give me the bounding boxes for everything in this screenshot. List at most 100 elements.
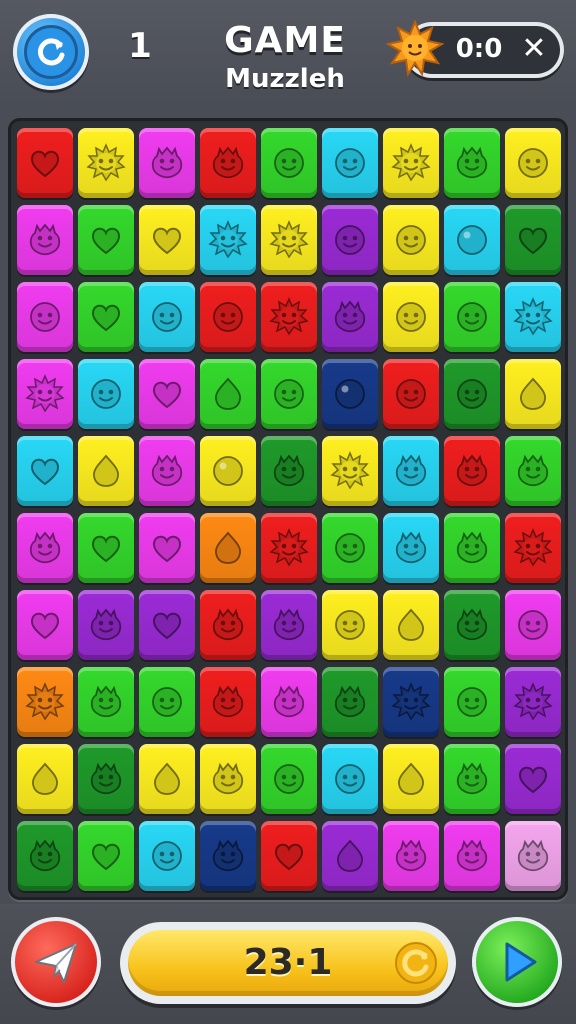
- tile-yellow-drop[interactable]: [383, 744, 439, 814]
- tile-purple-heart[interactable]: [139, 590, 195, 660]
- tile-green-face[interactable]: [261, 744, 317, 814]
- tile-cyan-blob[interactable]: [383, 436, 439, 506]
- tile-red-blob[interactable]: [200, 667, 256, 737]
- tile-darkgreen-heart[interactable]: [505, 205, 561, 275]
- tile-magenta-face[interactable]: [17, 282, 73, 352]
- blob-icon: [456, 531, 488, 564]
- tile-magenta-blob[interactable]: [139, 128, 195, 198]
- tile-navy-sun[interactable]: [383, 667, 439, 737]
- tile-red-face[interactable]: [200, 282, 256, 352]
- tile-orange-drop[interactable]: [200, 513, 256, 583]
- tile-magenta-blob[interactable]: [17, 205, 73, 275]
- tile-yellow-drop[interactable]: [383, 590, 439, 660]
- tile-yellow-drop[interactable]: [505, 359, 561, 429]
- tile-darkgreen-blob[interactable]: [78, 744, 134, 814]
- tile-red-blob[interactable]: [200, 128, 256, 198]
- tile-pink-blob[interactable]: [505, 821, 561, 891]
- tile-green-face[interactable]: [444, 667, 500, 737]
- tile-magenta-blob[interactable]: [261, 667, 317, 737]
- tile-cyan-face[interactable]: [322, 128, 378, 198]
- tile-magenta-blob[interactable]: [383, 821, 439, 891]
- tile-yellow-sun[interactable]: [261, 205, 317, 275]
- tile-magenta-heart[interactable]: [139, 513, 195, 583]
- tile-cyan-sun[interactable]: [505, 282, 561, 352]
- tile-cyan-sun[interactable]: [200, 205, 256, 275]
- tile-purple-sun[interactable]: [505, 667, 561, 737]
- tile-magenta-face[interactable]: [505, 590, 561, 660]
- tile-magenta-blob[interactable]: [139, 436, 195, 506]
- tile-cyan-face[interactable]: [322, 744, 378, 814]
- tile-cyan-face[interactable]: [139, 821, 195, 891]
- blob-icon: [212, 608, 244, 641]
- tile-magenta-sun[interactable]: [17, 359, 73, 429]
- tile-magenta-blob[interactable]: [17, 513, 73, 583]
- tile-darkgreen-blob[interactable]: [322, 667, 378, 737]
- tile-red-blob[interactable]: [444, 436, 500, 506]
- tile-red-heart[interactable]: [261, 821, 317, 891]
- tile-yellow-sun[interactable]: [383, 128, 439, 198]
- tile-green-blob[interactable]: [444, 744, 500, 814]
- tile-green-face[interactable]: [444, 282, 500, 352]
- tile-green-heart[interactable]: [78, 282, 134, 352]
- tile-darkgreen-face[interactable]: [444, 359, 500, 429]
- tile-red-sun[interactable]: [261, 513, 317, 583]
- tile-purple-blob[interactable]: [78, 590, 134, 660]
- close-button[interactable]: ✕: [516, 31, 552, 67]
- tile-yellow-drop[interactable]: [139, 744, 195, 814]
- tile-green-heart[interactable]: [78, 205, 134, 275]
- tile-cyan-face[interactable]: [139, 282, 195, 352]
- tile-yellow-heart[interactable]: [139, 205, 195, 275]
- tile-green-blob[interactable]: [444, 513, 500, 583]
- tile-purple-blob[interactable]: [322, 282, 378, 352]
- tile-purple-drop[interactable]: [322, 821, 378, 891]
- tile-green-drop[interactable]: [200, 359, 256, 429]
- tile-yellow-drop[interactable]: [17, 744, 73, 814]
- tile-cyan-ball[interactable]: [444, 205, 500, 275]
- tile-yellow-blob[interactable]: [200, 744, 256, 814]
- tile-cyan-heart[interactable]: [17, 436, 73, 506]
- tile-navy-ball[interactable]: [322, 359, 378, 429]
- tile-orange-sun[interactable]: [17, 667, 73, 737]
- tile-yellow-sun[interactable]: [78, 128, 134, 198]
- tile-yellow-face[interactable]: [383, 205, 439, 275]
- blob-icon: [395, 454, 427, 487]
- tile-darkgreen-blob[interactable]: [17, 821, 73, 891]
- tile-yellow-face[interactable]: [505, 128, 561, 198]
- tile-green-heart[interactable]: [78, 821, 134, 891]
- tile-magenta-heart[interactable]: [17, 590, 73, 660]
- tile-green-face[interactable]: [261, 359, 317, 429]
- play-button[interactable]: [472, 917, 562, 1007]
- tile-yellow-face[interactable]: [322, 590, 378, 660]
- tile-red-face[interactable]: [383, 359, 439, 429]
- tile-yellow-face[interactable]: [383, 282, 439, 352]
- tile-cyan-blob[interactable]: [383, 513, 439, 583]
- tile-magenta-blob[interactable]: [444, 821, 500, 891]
- tile-yellow-drop[interactable]: [78, 436, 134, 506]
- tile-green-face[interactable]: [261, 128, 317, 198]
- tile-darkgreen-blob[interactable]: [444, 590, 500, 660]
- tile-red-heart[interactable]: [17, 128, 73, 198]
- tile-green-face[interactable]: [139, 667, 195, 737]
- moves-counter[interactable]: 23·1: [120, 922, 456, 1004]
- tile-darkgreen-blob[interactable]: [261, 436, 317, 506]
- restart-button[interactable]: [13, 14, 89, 90]
- tile-navy-blob[interactable]: [200, 821, 256, 891]
- tile-red-sun[interactable]: [261, 282, 317, 352]
- tile-red-sun[interactable]: [505, 513, 561, 583]
- tile-red-blob[interactable]: [200, 590, 256, 660]
- face-icon: [457, 302, 487, 332]
- tile-yellow-sun[interactable]: [322, 436, 378, 506]
- face-icon: [335, 610, 365, 640]
- tile-magenta-heart[interactable]: [139, 359, 195, 429]
- tile-green-blob[interactable]: [78, 667, 134, 737]
- tile-green-face[interactable]: [322, 513, 378, 583]
- tile-purple-blob[interactable]: [261, 590, 317, 660]
- tile-yellow-ball[interactable]: [200, 436, 256, 506]
- tile-green-heart[interactable]: [78, 513, 134, 583]
- tile-green-blob[interactable]: [444, 128, 500, 198]
- share-button[interactable]: [11, 917, 101, 1007]
- tile-green-blob[interactable]: [505, 436, 561, 506]
- tile-cyan-face[interactable]: [78, 359, 134, 429]
- tile-purple-heart[interactable]: [505, 744, 561, 814]
- tile-purple-face[interactable]: [322, 205, 378, 275]
